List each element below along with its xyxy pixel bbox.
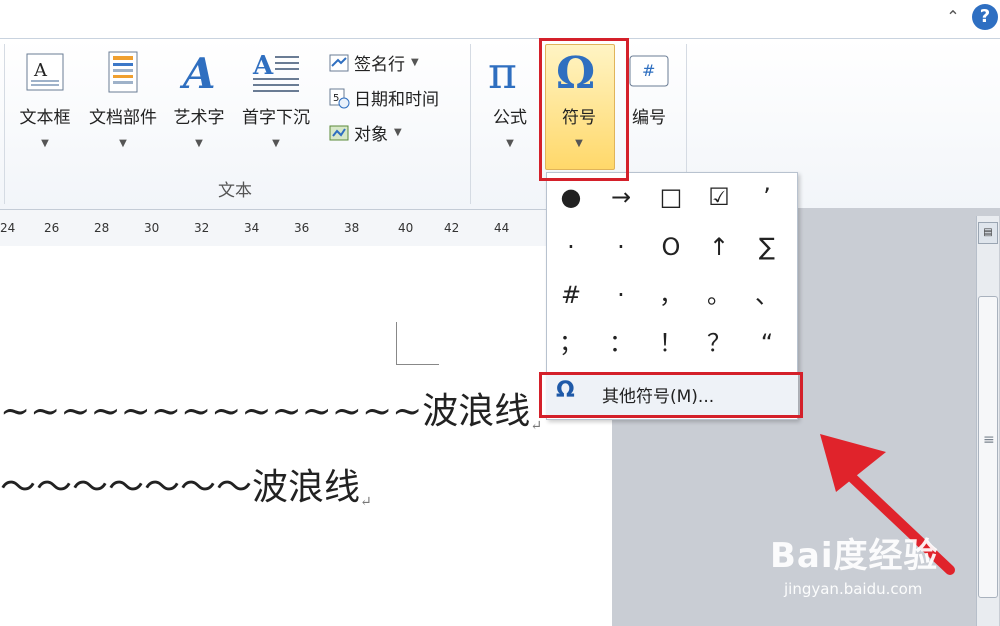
- ruler-tick: 42: [444, 221, 460, 235]
- pi-icon: π: [488, 48, 517, 99]
- quick-parts-button[interactable]: 文档部件 ▼: [84, 50, 162, 149]
- text-box-button[interactable]: A 文本框 ▼: [14, 50, 76, 149]
- title-strip: [0, 0, 1000, 38]
- chevron-down-icon: ▼: [195, 138, 203, 149]
- group-label-text: 文本: [218, 181, 252, 201]
- number-button[interactable]: # 编号: [622, 50, 676, 128]
- highlight-box-symbol: [539, 38, 629, 181]
- word-art-icon: A: [179, 49, 216, 98]
- symbol-cell[interactable]: ∑: [743, 223, 791, 271]
- doc-line-2[interactable]: ～～～～～～～波浪线↵: [0, 458, 372, 510]
- ruler-tick: 28: [94, 221, 110, 235]
- symbol-cell[interactable]: ·: [597, 271, 645, 319]
- help-icon[interactable]: ?: [972, 4, 998, 30]
- chevron-down-icon: ▼: [394, 127, 402, 138]
- symbol-cell[interactable]: ？: [695, 319, 743, 367]
- chevron-down-icon: ▼: [272, 138, 280, 149]
- quick-parts-icon: [108, 51, 138, 93]
- number-hash-icon: #: [629, 55, 669, 87]
- symbol-cell[interactable]: ，: [647, 271, 695, 319]
- symbol-cell[interactable]: #: [547, 271, 595, 319]
- symbol-cell[interactable]: ；: [547, 319, 595, 367]
- chevron-down-icon: ▼: [506, 138, 514, 149]
- signature-line-button[interactable]: 签名行 ▼: [328, 50, 419, 75]
- ruler-tick: 40: [398, 221, 414, 235]
- chevron-down-icon: ▼: [411, 57, 419, 68]
- svg-text:A: A: [33, 60, 48, 81]
- symbol-cell[interactable]: □: [647, 173, 695, 221]
- symbol-cell[interactable]: ’: [743, 173, 791, 221]
- svg-text:A: A: [252, 51, 274, 81]
- ruler-tick: 24: [0, 221, 16, 235]
- symbol-cell[interactable]: ☑: [695, 173, 743, 221]
- equation-button[interactable]: π 公式 ▼: [482, 48, 538, 149]
- symbol-cell[interactable]: ·: [597, 223, 645, 271]
- chevron-down-icon: ▼: [119, 138, 127, 149]
- symbol-cell[interactable]: O: [647, 223, 695, 271]
- chevron-down-icon: ▼: [41, 138, 49, 149]
- document-page[interactable]: [0, 246, 612, 626]
- object-button[interactable]: 对象 ▼: [328, 120, 402, 145]
- ruler-tick: 30: [144, 221, 160, 235]
- drop-cap-button[interactable]: A 首字下沉 ▼: [236, 50, 316, 149]
- ruler-tick: 26: [44, 221, 60, 235]
- watermark-url: jingyan.baidu.com: [784, 580, 923, 598]
- object-icon: [329, 125, 349, 140]
- watermark-logo-text: Bai度经验: [770, 536, 939, 576]
- group-separator: [470, 44, 471, 204]
- group-separator: [4, 44, 5, 204]
- text-box-label: 文本框: [19, 108, 71, 128]
- equation-label: 公式: [493, 108, 527, 128]
- collapse-ribbon-icon[interactable]: ⌃: [942, 6, 964, 28]
- svg-text:#: #: [642, 61, 655, 80]
- ruler-tick: 44: [494, 221, 510, 235]
- symbol-cell[interactable]: ↑: [695, 223, 743, 271]
- margin-corner-mark: [396, 322, 439, 365]
- paragraph-mark-icon: ↵: [360, 494, 372, 510]
- svg-text:A: A: [179, 50, 216, 94]
- quick-parts-label: 文档部件: [89, 108, 157, 128]
- text-box-icon: A: [26, 53, 64, 91]
- calendar-clock-icon: 5: [329, 88, 350, 108]
- date-time-label: 日期和时间: [354, 90, 439, 110]
- doc-line-1[interactable]: ~~~~~~~~~~~~~~波浪线↵: [0, 382, 542, 434]
- object-label: 对象: [354, 125, 388, 145]
- doc-line-1-text: ~~~~~~~~~~~~~~波浪线: [0, 391, 531, 432]
- word-art-label: 艺术字: [173, 108, 225, 128]
- ruler-tick: 36: [294, 221, 310, 235]
- word-art-button[interactable]: A 艺术字 ▼: [168, 49, 230, 149]
- ruler-toggle-icon[interactable]: ▤: [978, 222, 998, 244]
- date-time-button[interactable]: 5 日期和时间: [328, 85, 439, 110]
- symbol-cell[interactable]: 。: [695, 271, 743, 319]
- symbol-cell[interactable]: ·: [547, 223, 595, 271]
- ruler-tick: 32: [194, 221, 210, 235]
- symbol-cell[interactable]: ！: [647, 319, 695, 367]
- paragraph-mark-icon: ↵: [530, 418, 543, 434]
- number-label: 编号: [632, 108, 666, 128]
- ruler-tick: 38: [344, 221, 360, 235]
- svg-text:π: π: [488, 50, 517, 94]
- highlight-box-more-symbols: [539, 372, 803, 418]
- drop-cap-label: 首字下沉: [242, 108, 310, 128]
- drop-cap-icon: A: [252, 51, 299, 92]
- doc-line-2-text: ～～～～～～～波浪线: [0, 467, 361, 508]
- svg-text:5: 5: [333, 93, 339, 104]
- symbol-cell[interactable]: “: [743, 319, 791, 367]
- signature-line-icon: [329, 54, 349, 71]
- horizontal-ruler[interactable]: 24 26 28 30 32 34 36 38 40 42 44: [0, 210, 612, 247]
- ruler-tick: 34: [244, 221, 260, 235]
- signature-line-label: 签名行: [354, 55, 405, 75]
- symbol-cell[interactable]: 、: [743, 271, 791, 319]
- symbol-cell[interactable]: ：: [597, 319, 645, 367]
- grip-icon: ≡: [983, 432, 995, 448]
